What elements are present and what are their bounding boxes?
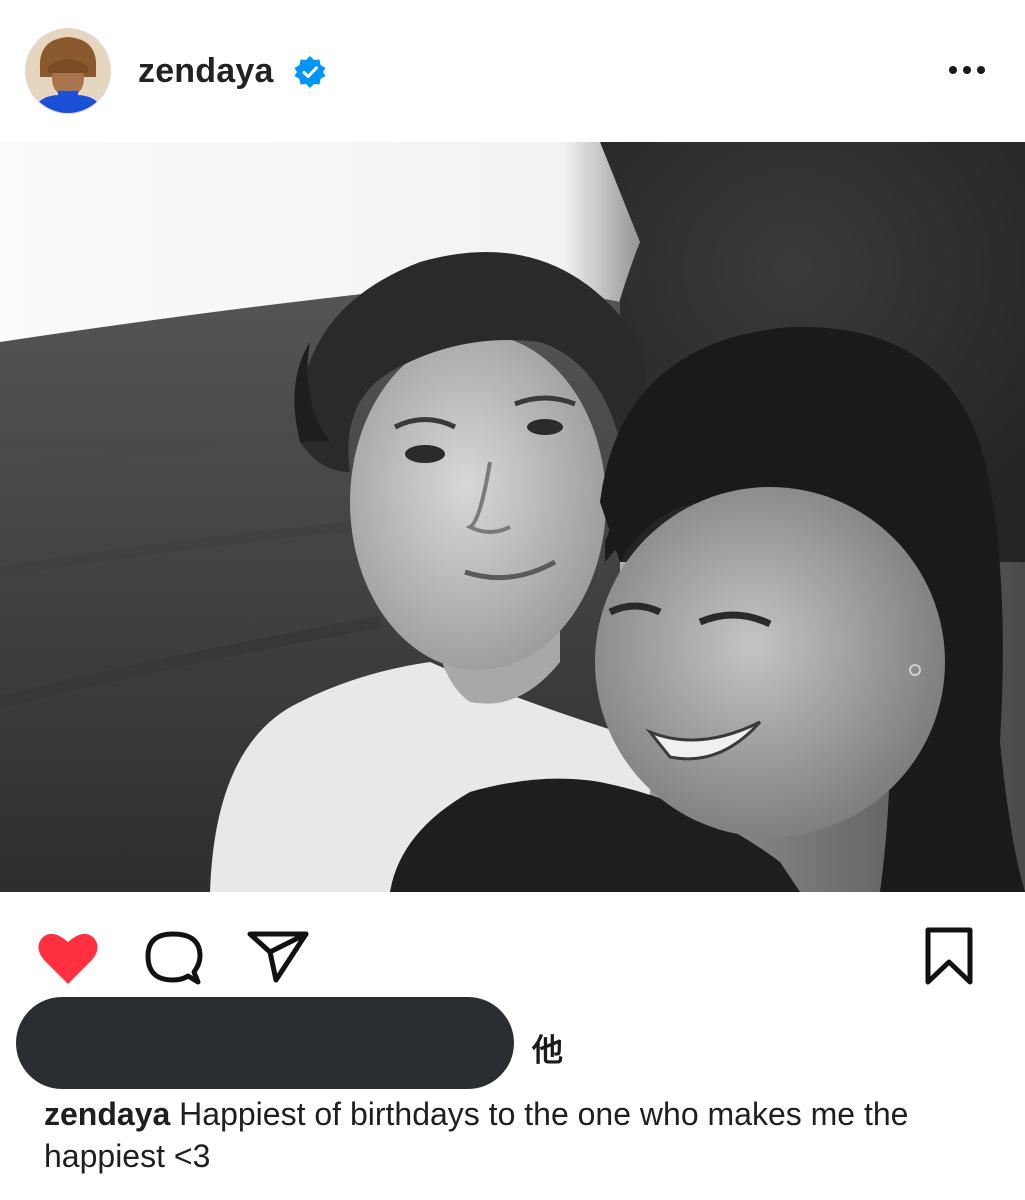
comment-button[interactable] — [142, 928, 204, 993]
avatar[interactable] — [26, 29, 110, 113]
post-caption: zendaya Happiest of birthdays to the one… — [44, 1093, 994, 1177]
caption-text: Happiest of birthdays to the one who mak… — [44, 1096, 909, 1174]
instagram-post: zendaya 他 zendaya Happiest of birthdays … — [0, 0, 1025, 1200]
like-button[interactable] — [36, 930, 100, 991]
likes-summary: 他 — [0, 995, 1025, 1091]
post-actions — [0, 892, 1025, 1002]
likes-suffix[interactable]: 他 — [532, 1025, 563, 1070]
heart-filled-icon — [38, 933, 98, 984]
caption-username[interactable]: zendaya — [44, 1096, 170, 1132]
redacted-likes — [16, 997, 514, 1089]
header-username[interactable]: zendaya — [138, 52, 274, 91]
bookmark-icon — [925, 927, 973, 985]
post-header: zendaya — [0, 0, 1025, 142]
share-button[interactable] — [246, 928, 310, 989]
verified-badge-icon — [293, 55, 327, 89]
comment-icon — [145, 931, 203, 985]
send-icon — [247, 931, 309, 983]
post-photo[interactable] — [0, 142, 1025, 892]
save-button[interactable] — [920, 926, 978, 991]
more-options-icon[interactable] — [939, 52, 995, 88]
